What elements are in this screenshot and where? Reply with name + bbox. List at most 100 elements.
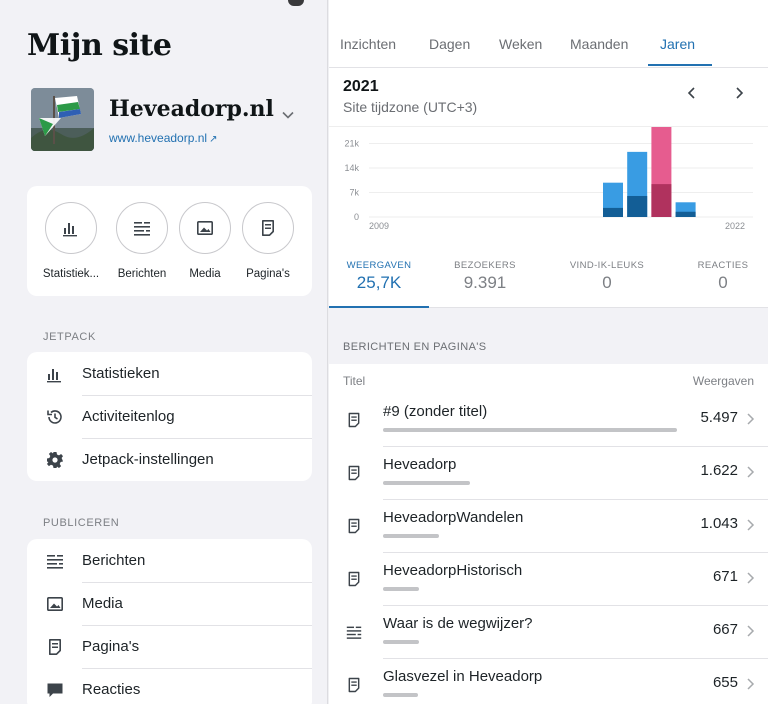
row-views-bar <box>383 693 418 697</box>
chevron-right-icon <box>747 678 755 690</box>
chevron-left-icon[interactable] <box>685 86 699 100</box>
metric-visitors[interactable]: BEZOEKERS 9.391 <box>429 260 541 293</box>
active-metric-indicator <box>329 306 429 308</box>
media-icon <box>45 594 65 614</box>
gear-icon <box>45 450 65 470</box>
section-label-publish: PUBLICEREN <box>43 517 120 529</box>
table-row[interactable]: HeveadorpWandelen 1.043 <box>329 499 768 552</box>
column-header-views: Weergaven <box>692 374 754 388</box>
row-value: 671 <box>712 568 738 585</box>
row-views-bar <box>383 640 419 644</box>
chevron-right-icon[interactable] <box>732 86 746 100</box>
bar-visitors-2022[interactable] <box>675 211 696 217</box>
page-icon <box>258 218 278 238</box>
row-value: 5.497 <box>700 409 738 426</box>
menu-item-label: Berichten <box>82 552 146 569</box>
bar-visitors-2019[interactable] <box>603 207 623 217</box>
tab-years[interactable]: Jaren <box>660 36 695 52</box>
row-value: 655 <box>712 674 738 691</box>
y-tick-label: 14k <box>344 163 359 173</box>
site-switcher[interactable]: Heveadorp.nl www.heveadorp.nl ↗ <box>31 88 311 154</box>
menu-item-media[interactable]: Media <box>27 582 312 625</box>
metric-likes[interactable]: VIND-IK-LEUKS 0 <box>548 260 666 293</box>
period-year: 2021 <box>343 78 379 95</box>
bar-visitors-2021[interactable] <box>651 184 672 217</box>
metric-views[interactable]: WEERGAVEN 25,7K <box>329 260 429 293</box>
jetpack-menu: Statistieken Activiteitenlog Jetpack-ins… <box>27 352 312 481</box>
stats-icon <box>61 218 81 238</box>
comment-icon <box>45 680 65 700</box>
row-value: 667 <box>712 621 738 638</box>
table-row[interactable]: Waar is de wegwijzer? 667 <box>329 605 768 658</box>
quick-action-stats[interactable]: Statistiek... <box>41 202 101 280</box>
tab-days[interactable]: Dagen <box>429 36 470 52</box>
page-icon <box>345 676 363 694</box>
media-icon <box>195 218 215 238</box>
y-tick-label: 7k <box>349 187 359 197</box>
stats-icon <box>45 364 65 384</box>
menu-item-pages[interactable]: Pagina's <box>27 625 312 668</box>
tab-insights[interactable]: Inzichten <box>340 36 396 52</box>
quick-action-pages[interactable]: Pagina's <box>238 202 298 280</box>
quick-action-posts[interactable]: Berichten <box>112 202 172 280</box>
row-views-bar <box>383 534 439 538</box>
metric-value: 0 <box>718 273 728 292</box>
bar-visitors-2020[interactable] <box>627 195 648 217</box>
chevron-right-icon <box>747 572 755 584</box>
metric-label: BEZOEKERS <box>454 260 516 271</box>
metric-value: 0 <box>602 273 612 292</box>
tab-weeks[interactable]: Weken <box>499 36 542 52</box>
quick-action-label: Statistiek... <box>42 268 100 280</box>
chevron-down-icon[interactable] <box>281 108 295 122</box>
menu-item-comments[interactable]: Reacties <box>27 668 312 704</box>
menu-item-activity-log[interactable]: Activiteitenlog <box>27 395 312 438</box>
posts-icon <box>45 551 65 571</box>
row-title: HeveadorpHistorisch <box>383 562 523 579</box>
summary-metrics: WEERGAVEN 25,7K BEZOEKERS 9.391 VIND-IK-… <box>329 260 768 308</box>
table-row[interactable]: Heveadorp 1.622 <box>329 446 768 499</box>
yearly-views-chart: 21k 14k 7k 0 2009 2022 <box>344 127 753 231</box>
metric-comments[interactable]: REACTIES 0 <box>679 260 767 293</box>
quick-action-stats-circle <box>45 202 97 254</box>
row-bar-track <box>383 534 677 538</box>
tab-months[interactable]: Maanden <box>570 36 628 52</box>
quick-action-media-circle <box>179 202 231 254</box>
page-icon <box>45 637 65 657</box>
section-label-jetpack: JETPACK <box>43 331 96 343</box>
my-site-sidebar: Mijn site Heveadorp.nl www.heveadorp.nl ↗… <box>0 0 328 704</box>
menu-item-label: Reacties <box>82 681 141 698</box>
chevron-right-icon <box>747 519 755 531</box>
menu-item-jetpack-settings[interactable]: Jetpack-instellingen <box>27 438 312 481</box>
table-row[interactable]: HeveadorpHistorisch 671 <box>329 552 768 605</box>
row-title: Waar is de wegwijzer? <box>383 615 533 632</box>
metric-label: VIND-IK-LEUKS <box>569 260 645 271</box>
row-title: #9 (zonder titel) <box>383 403 488 420</box>
y-tick-label: 21k <box>344 138 359 148</box>
menu-item-label: Media <box>82 595 123 612</box>
table-row[interactable]: #9 (zonder titel) 5.497 <box>329 393 768 446</box>
row-title: HeveadorpWandelen <box>383 509 524 526</box>
page-icon <box>345 464 363 482</box>
row-bar-track <box>383 481 677 485</box>
posts-icon <box>345 623 363 641</box>
quick-action-media[interactable]: Media <box>175 202 235 280</box>
page-icon <box>345 570 363 588</box>
chevron-right-icon <box>747 466 755 478</box>
page-icon <box>345 411 363 429</box>
row-bar-track <box>383 587 677 591</box>
metric-label: REACTIES <box>697 260 749 271</box>
quick-action-posts-circle <box>116 202 168 254</box>
y-tick-label: 0 <box>354 212 359 222</box>
menu-item-label: Activiteitenlog <box>82 408 175 425</box>
metric-label: WEERGAVEN <box>346 260 412 271</box>
menu-item-stats[interactable]: Statistieken <box>27 352 312 395</box>
page-title: Mijn site <box>27 28 172 63</box>
menu-item-posts[interactable]: Berichten <box>27 539 312 582</box>
table-row[interactable]: Glasvezel in Heveadorp 655 <box>329 658 768 704</box>
stats-panel: Inzichten Dagen Weken Maanden Jaren 2021… <box>329 0 768 704</box>
row-value: 1.043 <box>700 515 738 532</box>
row-value: 1.622 <box>700 462 738 479</box>
publish-menu: Berichten Media Pagina's Reacties <box>27 539 312 704</box>
menu-item-label: Statistieken <box>82 365 160 382</box>
site-url-link[interactable]: www.heveadorp.nl ↗ <box>109 131 217 145</box>
